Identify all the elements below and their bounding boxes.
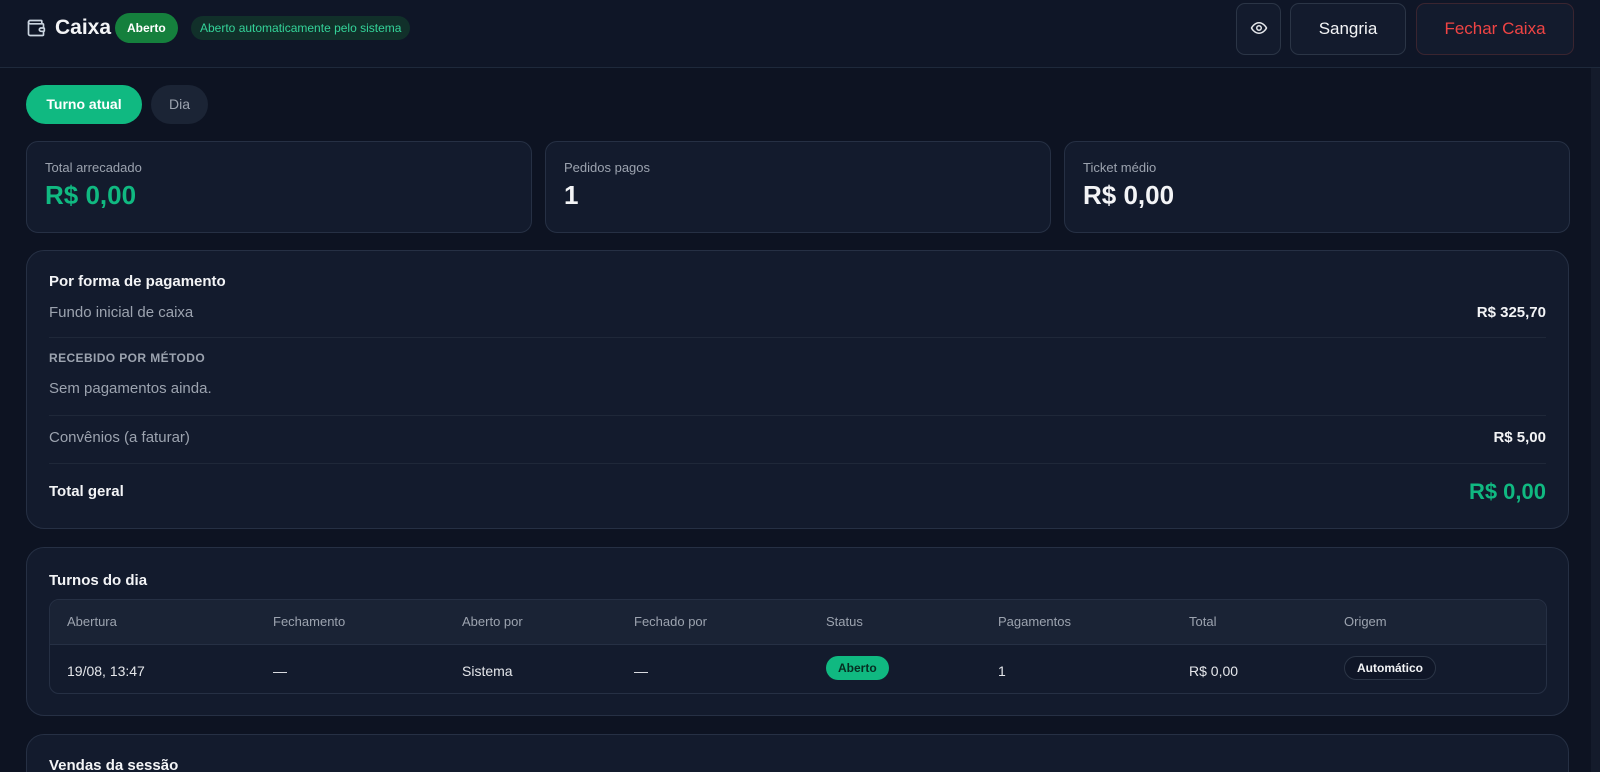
initial-fund-value: R$ 325,70 xyxy=(1476,304,1546,321)
stat-value: R$ 0,00 xyxy=(45,180,137,210)
eye-icon xyxy=(1250,22,1267,34)
payment-methods-panel: Por forma de pagamento Fundo inicial de … xyxy=(26,250,1569,529)
page-title: Caixa xyxy=(55,16,112,39)
stat-label: Total arrecadado xyxy=(45,160,142,175)
column-header: Total xyxy=(1189,614,1217,629)
status-badge: Aberto xyxy=(115,13,178,43)
stat-card-paid-orders: Pedidos pagos 1 xyxy=(545,141,1051,233)
cell-opened-by: Sistema xyxy=(462,663,513,679)
cell-closed-by: — xyxy=(634,663,648,679)
agreements-value: R$ 5,00 xyxy=(1493,429,1546,446)
method-heading: RECEBIDO POR MÉTODO xyxy=(49,351,206,365)
cell-closing: — xyxy=(273,663,287,679)
grand-total-label: Total geral xyxy=(49,483,124,500)
panel-title: Vendas da sessão xyxy=(49,757,179,772)
divider xyxy=(49,337,1546,338)
column-header: Origem xyxy=(1344,614,1387,629)
stat-card-total-collected: Total arrecadado R$ 0,00 xyxy=(26,141,532,233)
stat-value: R$ 0,00 xyxy=(1083,180,1175,210)
divider xyxy=(49,415,1546,416)
stat-value: 1 xyxy=(564,180,579,210)
tab-day[interactable]: Dia xyxy=(151,85,208,124)
column-header: Abertura xyxy=(67,614,117,629)
tab-current-shift[interactable]: Turno atual xyxy=(26,85,142,124)
cell-opening: 19/08, 13:47 xyxy=(67,663,145,679)
cell-payments: 1 xyxy=(998,663,1006,679)
session-sales-panel: Vendas da sessão xyxy=(26,734,1569,772)
auto-open-badge: Aberto automaticamente pelo sistema xyxy=(191,16,411,40)
top-bar: Caixa Aberto Aberto automaticamente pelo… xyxy=(0,0,1600,68)
toggle-visibility-button[interactable] xyxy=(1236,3,1281,55)
column-header: Status xyxy=(826,614,863,629)
stat-label: Ticket médio xyxy=(1083,160,1157,175)
grand-total-value: R$ 0,00 xyxy=(1468,479,1546,504)
column-header: Pagamentos xyxy=(998,614,1071,629)
agreements-label: Convênios (a faturar) xyxy=(49,429,190,446)
scrollbar[interactable] xyxy=(1591,68,1600,772)
sangria-button[interactable]: Sangria xyxy=(1290,3,1406,55)
empty-payments-text: Sem pagamentos ainda. xyxy=(49,380,212,397)
shifts-panel: Turnos do dia Abertura Fechamento Aberto… xyxy=(26,547,1569,716)
divider xyxy=(49,463,1546,464)
wallet-icon xyxy=(27,19,46,37)
origin-badge: Automático xyxy=(1344,656,1436,680)
stat-label: Pedidos pagos xyxy=(564,160,651,175)
panel-title: Por forma de pagamento xyxy=(49,273,226,290)
column-header: Fechado por xyxy=(634,614,707,629)
column-header: Aberto por xyxy=(462,614,523,629)
shifts-table: Abertura Fechamento Aberto por Fechado p… xyxy=(49,599,1547,694)
status-badge: Aberto xyxy=(826,656,889,680)
stat-card-average-ticket: Ticket médio R$ 0,00 xyxy=(1064,141,1570,233)
close-register-button[interactable]: Fechar Caixa xyxy=(1416,3,1574,55)
panel-title: Turnos do dia xyxy=(49,572,148,589)
cell-total: R$ 0,00 xyxy=(1189,663,1239,679)
column-header: Fechamento xyxy=(273,614,346,629)
initial-fund-label: Fundo inicial de caixa xyxy=(49,304,194,321)
